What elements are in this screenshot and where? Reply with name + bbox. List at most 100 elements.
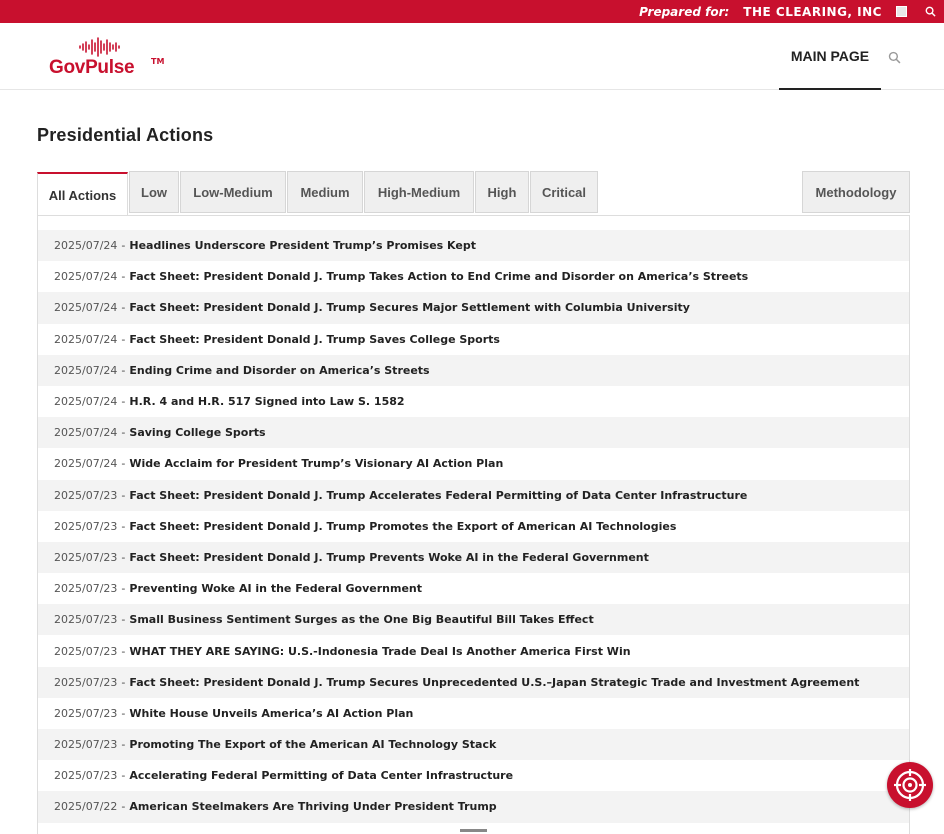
tab-high-medium[interactable]: High-Medium	[364, 171, 474, 213]
action-date: 2025/07/23	[54, 706, 118, 720]
risk-tabs: All Actions Low Low-Medium Medium High-M…	[37, 170, 910, 216]
scroll-grip[interactable]	[460, 829, 487, 832]
action-date: 2025/07/23	[54, 644, 118, 658]
action-date: 2025/07/24	[54, 332, 118, 346]
actions-panel: 2025/07/24- Headlines Underscore Presiden…	[37, 215, 910, 834]
action-date: 2025/07/23	[54, 769, 118, 783]
actions-list: 2025/07/24- Headlines Underscore Presiden…	[38, 230, 909, 823]
page-title: Presidential Actions	[37, 125, 214, 145]
list-item[interactable]: 2025/07/23- Fact Sheet: President Donald …	[38, 511, 909, 542]
tab-low-medium[interactable]: Low-Medium	[180, 171, 286, 213]
logo-text-pulse: Pulse	[85, 57, 135, 78]
action-title-link[interactable]: Fact Sheet: President Donald J. Trump Ta…	[129, 270, 748, 283]
tab-medium[interactable]: Medium	[287, 171, 363, 213]
tab-methodology[interactable]: Methodology	[802, 171, 910, 213]
separator: -	[121, 519, 126, 533]
action-title-link[interactable]: WHAT THEY ARE SAYING: U.S.-Indonesia Tra…	[129, 645, 630, 658]
tab-critical[interactable]: Critical	[530, 171, 598, 213]
separator: -	[121, 613, 126, 627]
action-title-link[interactable]: American Steelmakers Are Thriving Under …	[129, 800, 496, 813]
top-bar: Prepared for: THE CLEARING, INC	[0, 0, 944, 23]
list-item[interactable]: 2025/07/23- White House Unveils America’s…	[38, 698, 909, 729]
separator: -	[121, 706, 126, 720]
action-title-link[interactable]: Saving College Sports	[129, 426, 265, 439]
site-header: GovPulse TM MAIN PAGE	[0, 23, 944, 90]
action-date: 2025/07/24	[54, 426, 118, 440]
action-date: 2025/07/24	[54, 239, 118, 253]
separator: -	[121, 332, 126, 346]
separator: -	[121, 769, 126, 783]
action-title-link[interactable]: Wide Acclaim for President Trump’s Visio…	[129, 457, 503, 470]
action-title-link[interactable]: H.R. 4 and H.R. 517 Signed into Law S. 1…	[129, 395, 404, 408]
tab-high[interactable]: High	[475, 171, 529, 213]
separator: -	[121, 675, 126, 689]
action-title-link[interactable]: Fact Sheet: President Donald J. Trump Ac…	[129, 489, 747, 502]
separator: -	[121, 270, 126, 284]
list-item[interactable]: 2025/07/24- Fact Sheet: President Donald …	[38, 292, 909, 324]
separator: -	[121, 457, 126, 471]
govpulse-logo[interactable]: GovPulse TM	[48, 37, 165, 81]
pulse-wave-icon	[79, 37, 120, 57]
action-date: 2025/07/22	[54, 800, 118, 814]
action-date: 2025/07/23	[54, 488, 118, 502]
list-item[interactable]: 2025/07/24- H.R. 4 and H.R. 517 Signed in…	[38, 386, 909, 417]
logo-tm: TM	[151, 57, 165, 66]
list-item[interactable]: 2025/07/24- Ending Crime and Disorder on …	[38, 354, 909, 386]
user-icon[interactable]	[896, 6, 907, 17]
action-title-link[interactable]: Fact Sheet: President Donald J. Trump Se…	[129, 301, 690, 314]
list-item[interactable]: 2025/07/23- Fact Sheet: President Donald …	[38, 541, 909, 574]
logo-text-gov: Gov	[49, 57, 86, 78]
action-title-link[interactable]: Small Business Sentiment Surges as the O…	[129, 613, 593, 626]
list-item[interactable]: 2025/07/24- Headlines Underscore Presiden…	[38, 230, 909, 262]
separator: -	[121, 301, 126, 315]
action-title-link[interactable]: Preventing Woke AI in the Federal Govern…	[129, 582, 422, 595]
list-item[interactable]: 2025/07/24- Saving College Sports	[38, 417, 909, 449]
action-title-link[interactable]: Headlines Underscore President Trump’s P…	[129, 239, 476, 252]
separator: -	[121, 550, 126, 564]
action-date: 2025/07/23	[54, 738, 118, 752]
separator: -	[121, 426, 126, 440]
list-item[interactable]: 2025/07/24- Fact Sheet: President Donald …	[38, 261, 909, 292]
search-icon[interactable]	[888, 49, 901, 68]
separator: -	[121, 395, 126, 409]
action-title-link[interactable]: Fact Sheet: President Donald J. Trump Pr…	[129, 551, 649, 564]
list-item[interactable]: 2025/07/23- Fact Sheet: President Donald …	[38, 479, 909, 511]
tab-all-actions[interactable]: All Actions	[37, 172, 128, 216]
list-item[interactable]: 2025/07/22- American Steelmakers Are Thri…	[38, 791, 909, 823]
action-date: 2025/07/23	[54, 582, 118, 596]
action-title-link[interactable]: Ending Crime and Disorder on America’s S…	[129, 364, 429, 377]
action-title-link[interactable]: Fact Sheet: President Donald J. Trump Pr…	[129, 520, 676, 533]
action-date: 2025/07/23	[54, 550, 118, 564]
action-date: 2025/07/23	[54, 613, 118, 627]
list-item[interactable]: 2025/07/23- Fact Sheet: President Donald …	[38, 666, 909, 698]
separator: -	[121, 644, 126, 658]
action-title-link[interactable]: Accelerating Federal Permitting of Data …	[129, 769, 513, 782]
tab-low[interactable]: Low	[129, 171, 179, 213]
action-date: 2025/07/24	[54, 457, 118, 471]
list-item[interactable]: 2025/07/23- Promoting The Export of the A…	[38, 729, 909, 761]
logo-wordmark: GovPulse	[49, 57, 135, 79]
action-title-link[interactable]: Promoting The Export of the American AI …	[129, 738, 496, 751]
target-fab-button[interactable]	[887, 762, 933, 808]
list-item[interactable]: 2025/07/23- WHAT THEY ARE SAYING: U.S.-In…	[38, 635, 909, 666]
action-date: 2025/07/23	[54, 675, 118, 689]
target-icon	[894, 769, 926, 801]
search-icon[interactable]	[925, 6, 936, 17]
separator: -	[121, 582, 126, 596]
list-item[interactable]: 2025/07/23- Small Business Sentiment Surg…	[38, 604, 909, 636]
separator: -	[121, 738, 126, 752]
action-date: 2025/07/24	[54, 395, 118, 409]
list-item[interactable]: 2025/07/24- Fact Sheet: President Donald …	[38, 324, 909, 355]
action-date: 2025/07/23	[54, 519, 118, 533]
action-title-link[interactable]: Fact Sheet: President Donald J. Trump Se…	[129, 676, 859, 689]
action-date: 2025/07/24	[54, 270, 118, 284]
action-title-link[interactable]: Fact Sheet: President Donald J. Trump Sa…	[129, 333, 500, 346]
separator: -	[121, 800, 126, 814]
nav-main-page[interactable]: MAIN PAGE	[779, 23, 881, 90]
list-item[interactable]: 2025/07/23- Preventing Woke AI in the Fed…	[38, 573, 909, 604]
list-item[interactable]: 2025/07/24- Wide Acclaim for President Tr…	[38, 448, 909, 479]
list-item[interactable]: 2025/07/23- Accelerating Federal Permitti…	[38, 760, 909, 791]
action-date: 2025/07/24	[54, 363, 118, 377]
action-title-link[interactable]: White House Unveils America’s AI Action …	[129, 707, 413, 720]
client-name: THE CLEARING, INC	[743, 4, 882, 19]
